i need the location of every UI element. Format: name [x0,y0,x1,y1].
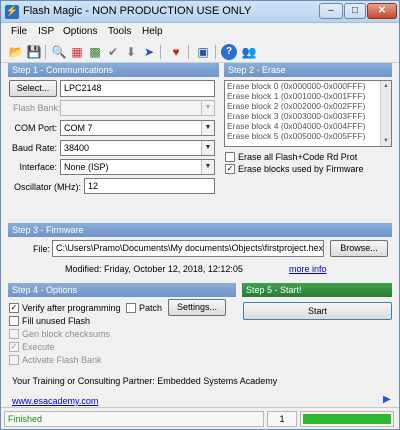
select-device-button[interactable]: Select... [9,80,57,97]
execute-label: Execute [22,342,55,352]
status-text: Finished [8,414,43,424]
erase-block-list[interactable]: Erase block 0 (0x000000-0x000FFF) Erase … [224,80,392,147]
status-count: 1 [279,414,285,424]
erase-used-label: Erase blocks used by Firmware [238,164,364,174]
screen-icon[interactable]: ▣ [195,44,211,60]
minimize-button[interactable]: – [319,3,343,19]
baud-rate-value: 38400 [64,143,90,153]
start-button[interactable]: Start [243,302,392,320]
modified-text: Modified: Friday, October 12, 2018, 12:1… [65,264,243,274]
gen-checksums-checkbox [9,329,19,339]
erase-used-checkbox[interactable]: ✓ [225,164,235,174]
step2-header: Step 2 - Erase [224,63,392,77]
chevron-down-icon[interactable]: ▼ [201,121,214,135]
toolbar-separator [188,45,189,59]
activate-flash-bank-label: Activate Flash Bank [22,355,102,365]
progress-fill [303,414,391,424]
erase-icon[interactable]: ▦ [69,44,85,60]
check-icon[interactable]: ✔ [105,44,121,60]
menu-tools[interactable]: Tools [108,26,131,37]
com-port-value: COM 7 [64,123,93,133]
step3-header: Step 3 - Firmware [8,223,392,237]
erase-all-label: Erase all Flash+Code Rd Prot [238,152,358,162]
search-icon[interactable]: 🔍 [51,44,67,60]
window-title: Flash Magic - NON PRODUCTION USE ONLY [23,5,252,17]
step4-header: Step 4 - Options [8,283,236,297]
esacademy-link[interactable]: www.esacademy.com [12,396,98,406]
baud-rate-label: Baud Rate: [11,143,57,153]
toolbar: 📂 💾 🔍 ▦ ▩ ✔ ⬇ ➤ ♥ ▣ ? 👥 [1,41,399,63]
progress-bar [300,411,394,427]
scroll-down-icon[interactable]: ▼ [381,136,391,146]
chevron-down-icon[interactable]: ▼ [201,160,214,174]
menu-bar: File ISP Options Tools Help [1,24,399,41]
maximize-button[interactable]: □ [344,3,366,19]
toolbar-separator [45,45,46,59]
device-field[interactable]: LPC2148 [60,80,215,97]
list-item[interactable]: Erase block 2 (0x002000-0x002FFF) [225,101,391,111]
download-icon[interactable]: ⬇ [123,44,139,60]
list-item[interactable]: Erase block 4 (0x004000-0x004FFF) [225,121,391,131]
file-path-field[interactable]: C:\Users\Pramo\Documents\My documents\Ob… [52,240,324,257]
play-icon[interactable]: ▶ [383,394,391,405]
chevron-down-icon[interactable]: ▼ [201,141,214,155]
step1-header: Step 1 - Communications [8,63,219,77]
execute-checkbox: ✓ [9,342,19,352]
program-icon[interactable]: ▩ [87,44,103,60]
menu-isp[interactable]: ISP [38,26,54,37]
oscillator-label: Oscillator (MHz): [14,182,81,192]
run-icon[interactable]: ➤ [141,44,157,60]
patch-label: Patch [139,303,163,313]
fill-unused-checkbox[interactable] [9,316,19,326]
title-bar[interactable]: ⚡ Flash Magic - NON PRODUCTION USE ONLY … [1,1,399,23]
partner-text: Your Training or Consulting Partner: Emb… [12,376,278,386]
more-info-link[interactable]: more info [289,264,327,274]
verify-label: Verify after programming [22,303,121,313]
heart-icon[interactable]: ♥ [168,44,184,60]
interface-value: None (ISP) [64,162,109,172]
help-icon[interactable]: ? [221,44,237,60]
list-scrollbar[interactable]: ▲ ▼ [380,81,391,146]
baud-rate-select[interactable]: 38400 ▼ [60,140,215,156]
oscillator-field[interactable]: 12 [84,178,215,194]
open-icon[interactable]: 📂 [8,44,24,60]
com-port-select[interactable]: COM 7 ▼ [60,120,215,136]
settings-button[interactable]: Settings... [168,299,226,316]
erase-all-checkbox[interactable] [225,152,235,162]
fill-unused-label: Fill unused Flash [22,316,91,326]
scroll-up-icon[interactable]: ▲ [381,81,391,91]
list-item[interactable]: Erase block 1 (0x001000-0x001FFF) [225,91,391,101]
flash-bank-select: ▼ [60,100,215,116]
chevron-down-icon: ▼ [201,101,214,115]
verify-checkbox[interactable]: ✓ [9,303,19,313]
list-item[interactable]: Erase block 0 (0x000000-0x000FFF) [225,81,391,91]
menu-help[interactable]: Help [142,26,163,37]
gen-checksums-label: Gen block checksums [22,329,111,339]
list-item[interactable]: Erase block 5 (0x005000-0x005FFF) [225,131,391,141]
com-port-label: COM Port: [14,123,57,133]
file-label: File: [33,244,51,254]
save-icon[interactable]: 💾 [26,44,42,60]
menu-options[interactable]: Options [63,26,97,37]
status-text-cell: Finished [4,411,264,427]
close-button[interactable]: ✕ [367,3,397,19]
users-icon[interactable]: 👥 [241,44,257,60]
patch-checkbox[interactable] [126,303,136,313]
browse-button[interactable]: Browse... [330,240,388,257]
flash-magic-icon: ⚡ [5,5,19,19]
list-item[interactable]: Erase block 3 (0x003000-0x003FFF) [225,111,391,121]
step5-header: Step 5 - Start! [242,283,392,297]
toolbar-separator [215,45,216,59]
status-bar: Finished 1 [1,407,399,429]
menu-file[interactable]: File [11,26,27,37]
interface-select[interactable]: None (ISP) ▼ [60,159,215,175]
status-count-cell: 1 [267,411,297,427]
flash-bank-label: Flash Bank: [13,103,61,113]
interface-label: Interface: [19,162,57,172]
activate-flash-bank-checkbox [9,355,19,365]
app-window: ⚡ Flash Magic - NON PRODUCTION USE ONLY … [0,0,400,430]
toolbar-separator [160,45,161,59]
